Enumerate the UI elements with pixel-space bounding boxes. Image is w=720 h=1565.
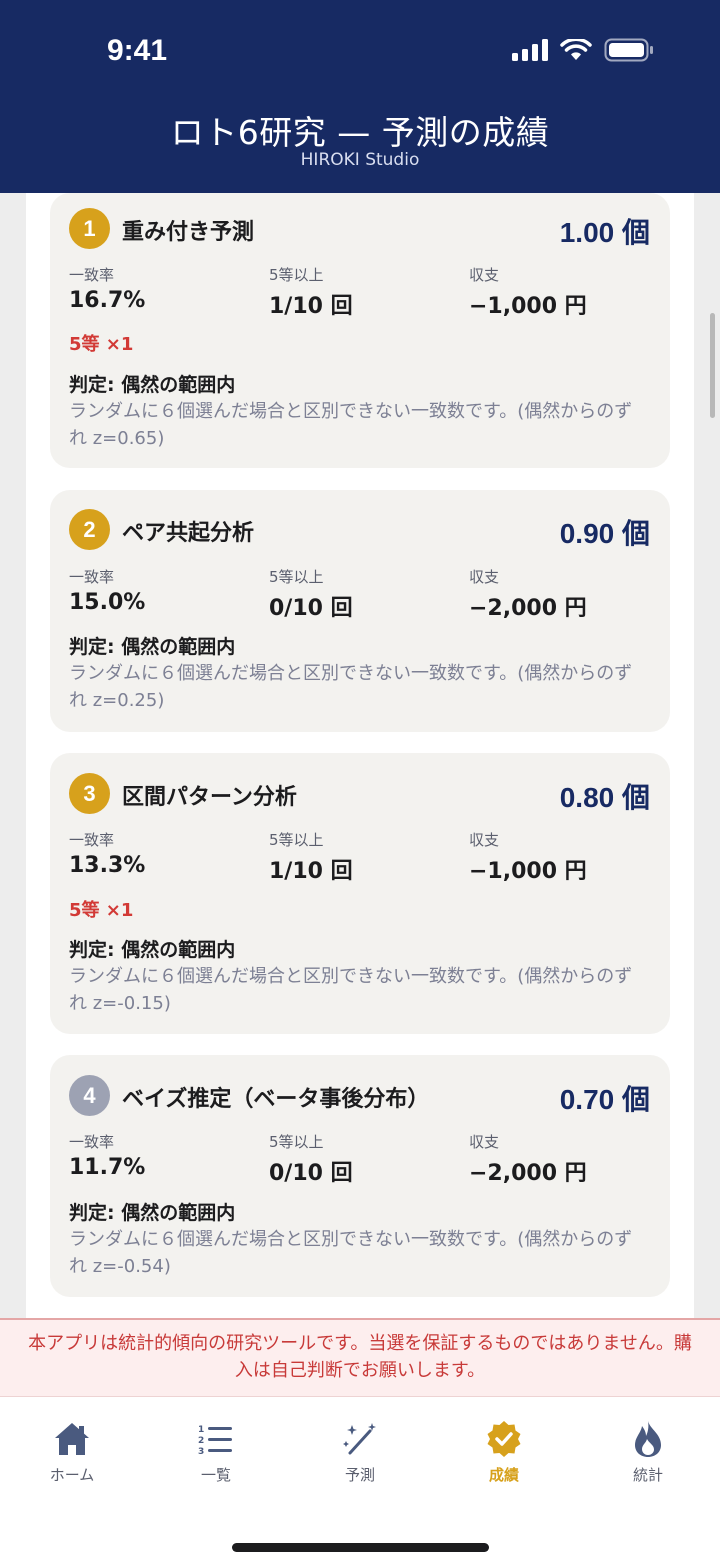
balance-value: −2,000 円 <box>469 1161 587 1186</box>
svg-text:1: 1 <box>198 1425 204 1435</box>
verdict-title: 判定: 偶然の範囲内 <box>69 1202 236 1224</box>
method-name: 重み付き予測 <box>122 220 255 245</box>
verdict-description: ランダムに６個選んだ場合と区別できない一致数です。(偶然からのずれ z=-0.5… <box>69 1229 633 1277</box>
status-icons <box>512 38 654 62</box>
page-subtitle: HIROKI Studio <box>300 150 420 170</box>
app-header: 9:41 ロト6研究 — 予測の成績 HIROKI Studio <box>0 0 720 193</box>
results-scroll-area[interactable]: 1 重み付き予測 1.00 個 一致率 5等以上 収支 16.7% 1/10 回… <box>0 193 720 1318</box>
svg-text:3: 3 <box>198 1447 204 1455</box>
tab-bar: ホーム 1 2 3 一覧 予測 成績 統計 <box>0 1397 720 1565</box>
match-rate-value: 15.0% <box>69 590 146 615</box>
rank-badge: 3 <box>69 773 110 814</box>
battery-icon <box>604 38 653 62</box>
disclaimer-banner: 本アプリは統計的傾向の研究ツールです。当選を保証するものではありません。購入は自… <box>0 1318 720 1397</box>
verdict-title: 判定: 偶然の範囲内 <box>69 939 236 961</box>
balance-label: 収支 <box>469 1133 500 1151</box>
tab-stats[interactable]: 統計 <box>598 1419 698 1485</box>
tab-list[interactable]: 1 2 3 一覧 <box>166 1419 266 1485</box>
rank-badge: 4 <box>69 1075 110 1116</box>
fifth-or-better-label: 5等以上 <box>269 831 324 849</box>
method-name: ペア共起分析 <box>122 521 255 546</box>
verdict-description: ランダムに６個選んだ場合と区別できない一致数です。(偶然からのずれ z=0.65… <box>69 401 633 449</box>
fifth-or-better-label: 5等以上 <box>269 1133 324 1151</box>
flame-icon <box>635 1421 661 1457</box>
fifth-or-better-value: 1/10 回 <box>269 294 353 319</box>
method-card-1: 1 重み付き予測 1.00 個 一致率 5等以上 収支 16.7% 1/10 回… <box>50 193 670 468</box>
balance-label: 収支 <box>469 831 500 849</box>
fifth-or-better-value: 0/10 回 <box>269 1161 353 1186</box>
verdict-title: 判定: 偶然の範囲内 <box>69 636 236 658</box>
page-title: ロト6研究 — 予測の成績 <box>170 113 550 152</box>
tab-label: 成績 <box>488 1466 519 1484</box>
cellular-signal-icon <box>512 39 548 61</box>
house-icon <box>55 1423 89 1455</box>
tab-label: 一覧 <box>200 1466 231 1484</box>
prize-note: 5等 ×1 <box>69 334 134 355</box>
method-name: ベイズ推定（ベータ事後分布） <box>122 1087 430 1112</box>
verdict-description: ランダムに６個選んだ場合と区別できない一致数です。(偶然からのずれ z=-0.1… <box>69 966 633 1014</box>
tab-label: ホーム <box>49 1466 95 1484</box>
average-match-count: 0.70 個 <box>559 1084 650 1115</box>
tab-predict[interactable]: 予測 <box>310 1419 410 1485</box>
magic-wand-icon <box>343 1423 376 1455</box>
svg-text:2: 2 <box>198 1436 204 1446</box>
results-list: 1 重み付き予測 1.00 個 一致率 5等以上 収支 16.7% 1/10 回… <box>26 193 694 1318</box>
match-rate-label: 一致率 <box>69 266 115 284</box>
balance-value: −2,000 円 <box>469 596 587 621</box>
match-rate-value: 11.7% <box>69 1155 146 1180</box>
fifth-or-better-label: 5等以上 <box>269 568 324 586</box>
balance-label: 収支 <box>469 568 500 586</box>
tab-results[interactable]: 成績 <box>454 1419 554 1485</box>
method-card-2: 2 ペア共起分析 0.90 個 一致率 5等以上 収支 15.0% 0/10 回… <box>50 490 670 732</box>
balance-value: −1,000 円 <box>469 294 587 319</box>
verdict-title: 判定: 偶然の範囲内 <box>69 374 236 396</box>
fifth-or-better-value: 0/10 回 <box>269 596 353 621</box>
average-match-count: 0.90 個 <box>559 518 650 549</box>
tab-label: 予測 <box>344 1466 375 1484</box>
home-indicator[interactable] <box>232 1543 489 1552</box>
status-time: 9:41 <box>107 34 168 67</box>
method-card-3: 3 区間パターン分析 0.80 個 一致率 5等以上 収支 13.3% 1/10… <box>50 753 670 1034</box>
tab-home[interactable]: ホーム <box>22 1419 122 1485</box>
method-name: 区間パターン分析 <box>122 785 297 810</box>
numbered-list-icon: 1 2 3 <box>198 1425 232 1455</box>
wifi-icon <box>560 39 592 60</box>
rank-badge: 1 <box>69 208 110 249</box>
average-match-count: 1.00 個 <box>559 217 650 248</box>
scrollbar-thumb[interactable] <box>710 313 715 418</box>
tab-label: 統計 <box>632 1466 663 1484</box>
match-rate-label: 一致率 <box>69 568 115 586</box>
match-rate-label: 一致率 <box>69 831 115 849</box>
fifth-or-better-label: 5等以上 <box>269 266 324 284</box>
method-card-4: 4 ベイズ推定（ベータ事後分布） 0.70 個 一致率 5等以上 収支 11.7… <box>50 1055 670 1297</box>
match-rate-label: 一致率 <box>69 1133 115 1151</box>
average-match-count: 0.80 個 <box>559 782 650 813</box>
match-rate-value: 13.3% <box>69 853 146 878</box>
check-seal-icon <box>487 1421 521 1457</box>
verdict-description: ランダムに６個選んだ場合と区別できない一致数です。(偶然からのずれ z=0.25… <box>69 663 633 711</box>
match-rate-value: 16.7% <box>69 288 146 313</box>
balance-value: −1,000 円 <box>469 859 587 884</box>
rank-badge: 2 <box>69 509 110 550</box>
fifth-or-better-value: 1/10 回 <box>269 859 353 884</box>
balance-label: 収支 <box>469 266 500 284</box>
prize-note: 5等 ×1 <box>69 900 134 921</box>
